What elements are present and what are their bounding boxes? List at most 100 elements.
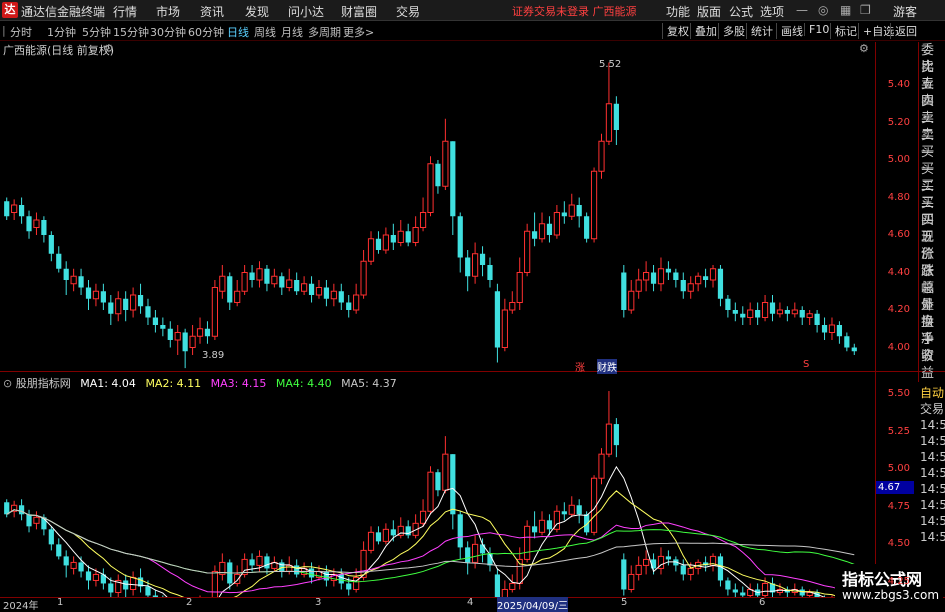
menu-item-market2[interactable]: 市场: [156, 3, 180, 20]
candle-body: [100, 291, 106, 303]
event-mark-caibao[interactable]: 财跌: [597, 359, 617, 374]
menu-item-discover[interactable]: 发现: [245, 3, 269, 20]
candle-body: [576, 505, 582, 515]
btn-overlay[interactable]: 叠加: [690, 23, 717, 39]
ma-indicator-chart[interactable]: [0, 385, 875, 597]
tab-period-7[interactable]: 周线: [254, 24, 276, 40]
event-mark-s[interactable]: S: [803, 359, 809, 370]
candle-body: [390, 235, 396, 243]
menu-layout[interactable]: 版面: [697, 3, 721, 20]
candle-body: [643, 272, 650, 281]
candle-body: [479, 253, 486, 265]
candle-body: [755, 310, 761, 318]
candle-body: [33, 516, 40, 524]
candle-body: [427, 163, 434, 213]
candle-body: [584, 514, 590, 533]
candle-body: [621, 272, 627, 310]
settings-gear-icon[interactable]: ⚙: [104, 42, 114, 55]
ma4-value: MA4: 4.40: [275, 377, 332, 390]
btn-multi[interactable]: 多股: [718, 23, 745, 39]
minimize-icon[interactable]: —: [796, 3, 808, 17]
candle-body: [412, 227, 419, 243]
menu-item-news[interactable]: 资讯: [200, 3, 224, 20]
tab-period-daily[interactable]: 日线: [227, 24, 249, 40]
tab-period-9[interactable]: 多周期: [308, 24, 341, 40]
menu-item-wealth[interactable]: 财富圈: [341, 3, 377, 20]
candle-body: [613, 103, 619, 130]
candle-body: [687, 283, 694, 292]
candle-body: [695, 275, 702, 285]
btn-adjust[interactable]: 复权: [662, 23, 689, 39]
axis-month-3: 3: [315, 597, 322, 608]
tab-period-more[interactable]: 更多>: [343, 24, 374, 40]
quote-label-9: 买四: [921, 196, 935, 228]
price-tick-4.60: 4.60: [887, 229, 910, 240]
tab-period-8[interactable]: 月线: [281, 24, 303, 40]
menu-options[interactable]: 选项: [760, 3, 784, 20]
candle-body: [427, 471, 434, 512]
candle-body: [457, 216, 463, 258]
menu-item-market[interactable]: 行情: [113, 3, 137, 20]
menu-formula[interactable]: 公式: [729, 3, 753, 20]
btn-add-watch[interactable]: +自选: [858, 23, 894, 39]
btn-draw[interactable]: 画线: [776, 23, 803, 39]
candle-body: [182, 332, 188, 352]
login-alert[interactable]: 证券交易未登录 广西能源: [512, 3, 637, 19]
grid-icon[interactable]: ▦: [840, 3, 851, 17]
candle-body: [397, 230, 404, 243]
btn-back[interactable]: 返回: [890, 23, 917, 39]
candle-body: [740, 592, 746, 596]
guest-label[interactable]: 游客: [893, 3, 917, 20]
menu-function[interactable]: 功能: [666, 3, 690, 20]
price-tick-4.00: 4.00: [887, 341, 910, 353]
candle-body: [657, 268, 665, 285]
candle-body: [501, 309, 508, 348]
menu-item-trade[interactable]: 交易: [396, 3, 420, 20]
price-tick-4.75: 4.75: [887, 500, 910, 512]
event-mark-zhang[interactable]: 涨: [575, 359, 585, 374]
candle-body: [382, 234, 389, 251]
price-tick-4.80: 4.80: [887, 191, 910, 203]
candle-body: [442, 140, 449, 187]
tab-period-3[interactable]: 15分钟: [113, 24, 149, 40]
headset-icon[interactable]: ◎: [818, 3, 828, 17]
candle-body: [286, 279, 293, 288]
tab-period-0[interactable]: 分时: [10, 24, 32, 40]
ma1-value: MA1: 4.04: [80, 377, 136, 390]
chart-settings-icon[interactable]: ⚙: [859, 42, 869, 55]
candle-body: [33, 219, 40, 228]
candle-body: [41, 220, 47, 235]
tab-period-4[interactable]: 30分钟: [150, 24, 186, 40]
candle-body: [717, 268, 724, 299]
candle-body: [576, 205, 582, 217]
indicator-toggle-icon[interactable]: ⊙: [3, 377, 12, 390]
tab-period-1[interactable]: 1分钟: [47, 24, 76, 40]
candle-body: [78, 276, 84, 288]
candle-body: [516, 558, 523, 584]
indicator-name[interactable]: 股朋指标网: [16, 377, 71, 390]
candle-body: [732, 589, 738, 593]
time-5: 14:56: [920, 498, 945, 512]
price-tick-5.20: 5.20: [887, 116, 910, 128]
tab-period-5[interactable]: 60分钟: [188, 24, 224, 40]
candle-body: [479, 544, 486, 554]
kline-chart[interactable]: [0, 55, 875, 370]
menu-item-ask[interactable]: 问小达: [288, 3, 324, 20]
btn-mark[interactable]: 标记: [830, 23, 857, 39]
candle-body: [628, 573, 635, 590]
auto-label[interactable]: 自动: [918, 385, 945, 401]
tab-period-2[interactable]: 5分钟: [82, 24, 111, 40]
restore-icon[interactable]: ❐: [860, 3, 871, 17]
candle-body: [211, 287, 218, 337]
candle-body: [598, 453, 605, 479]
time-2: 14:56: [920, 450, 945, 464]
btn-f10[interactable]: F10: [804, 23, 829, 36]
candle-body: [48, 235, 54, 254]
quote-label-13: 涨幅: [921, 264, 935, 296]
candle-body: [115, 298, 122, 315]
btn-stats[interactable]: 统计: [746, 23, 773, 39]
trade-label[interactable]: 交易: [918, 401, 945, 417]
candle-body: [784, 310, 790, 314]
candle-body: [836, 325, 843, 337]
price-tick-4.25: 4.25: [887, 575, 910, 587]
